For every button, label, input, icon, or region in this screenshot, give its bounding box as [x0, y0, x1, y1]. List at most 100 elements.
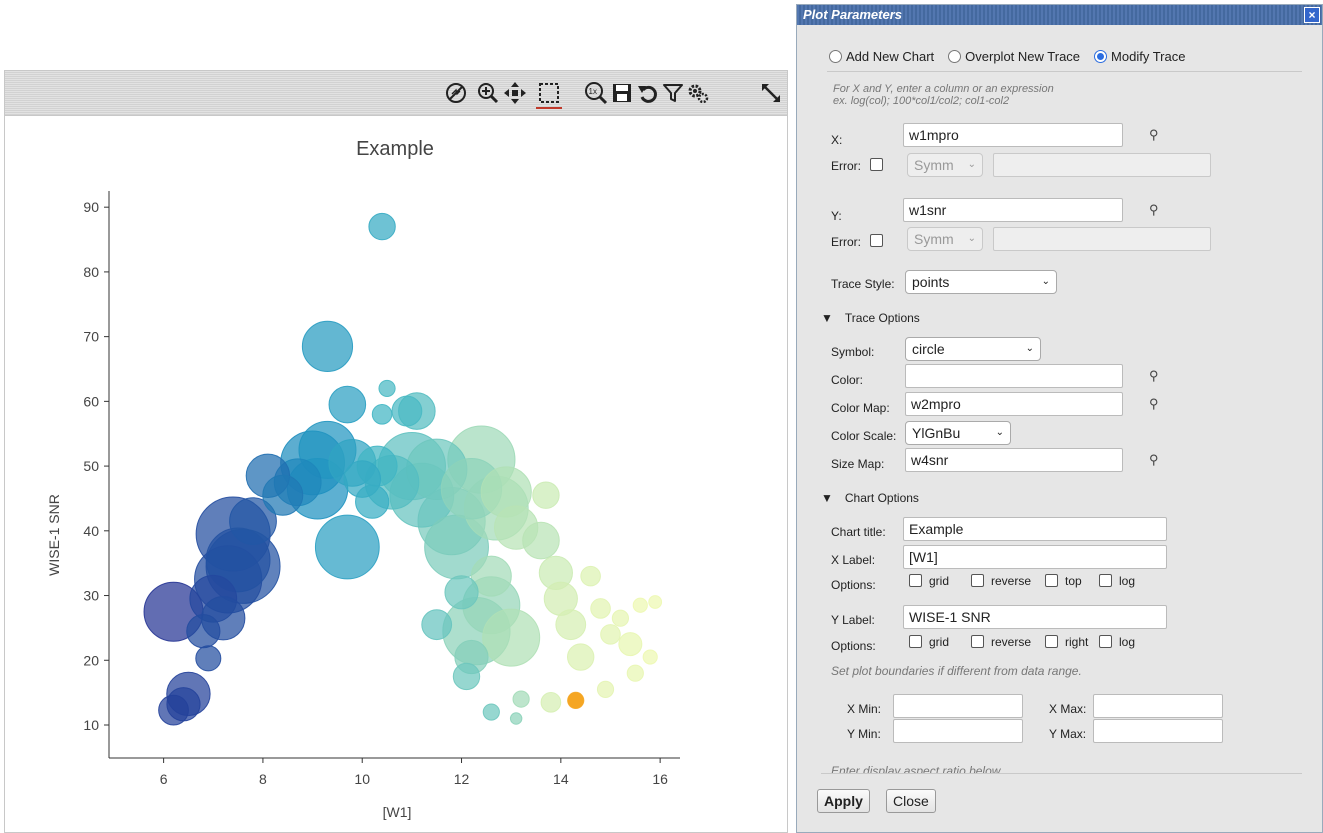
no-restrictions-icon[interactable] — [443, 79, 469, 107]
y-max-input[interactable] — [1093, 719, 1223, 743]
radio-circle-icon[interactable] — [948, 50, 962, 63]
data-point[interactable] — [596, 680, 615, 698]
trace-style-select[interactable]: points ⌄ — [905, 270, 1057, 294]
radio-circle-icon[interactable] — [829, 50, 842, 63]
data-point[interactable] — [482, 703, 500, 721]
data-point[interactable] — [186, 614, 221, 649]
data-point[interactable] — [590, 598, 611, 619]
data-point[interactable] — [368, 212, 396, 241]
color-scale-select[interactable]: YlGnBu ⌄ — [905, 421, 1011, 445]
data-point[interactable] — [328, 385, 367, 424]
close-button[interactable]: Close — [886, 789, 936, 813]
apply-button[interactable]: Apply — [817, 789, 870, 813]
data-point[interactable] — [648, 595, 663, 609]
data-point[interactable] — [618, 632, 643, 657]
data-point[interactable] — [611, 609, 630, 627]
plot-parameters-dialog: Plot Parameters × Add New Chart Overplot… — [796, 4, 1323, 833]
y-axis-label: WISE-1 SNR — [46, 494, 62, 576]
restore-icon[interactable] — [635, 79, 661, 107]
search-icon[interactable]: ⚲ — [1149, 396, 1159, 412]
y-grid-checkbox[interactable] — [909, 635, 922, 648]
zoom-in-icon[interactable] — [475, 79, 501, 107]
data-point[interactable] — [567, 691, 585, 709]
trace-options-toggle[interactable]: ▼ Trace Options — [821, 311, 920, 325]
data-point[interactable] — [509, 712, 523, 725]
chart-options-toggle[interactable]: ▼ Chart Options — [821, 491, 919, 505]
x-log-checkbox[interactable] — [1099, 574, 1112, 587]
data-point[interactable] — [452, 662, 481, 691]
data-point[interactable] — [391, 395, 423, 427]
size-map-input[interactable]: w4snr — [905, 448, 1123, 472]
y-tick-label: 10 — [83, 717, 99, 733]
data-point[interactable] — [522, 521, 560, 560]
symbol-select[interactable]: circle ⌄ — [905, 337, 1041, 361]
search-icon[interactable]: ⚲ — [1149, 368, 1159, 384]
data-point[interactable] — [262, 474, 304, 516]
x-column-input[interactable]: w1mpro — [903, 123, 1123, 147]
y-error-type-select[interactable]: Symm ⌄ — [907, 227, 983, 251]
data-point[interactable] — [482, 608, 541, 667]
data-point[interactable] — [158, 694, 189, 726]
data-point[interactable] — [540, 692, 562, 713]
section-label: Trace Options — [844, 311, 920, 325]
y-column-input[interactable]: w1snr — [903, 198, 1123, 222]
y-reverse-checkbox[interactable] — [971, 635, 984, 648]
data-point[interactable] — [512, 690, 530, 708]
y-tick-label: 40 — [83, 523, 99, 539]
x-reverse-checkbox[interactable] — [971, 574, 984, 587]
settings-icon[interactable] — [685, 79, 711, 107]
data-point[interactable] — [632, 597, 648, 613]
y-error-checkbox[interactable] — [870, 234, 883, 247]
data-point[interactable] — [371, 404, 393, 425]
data-point[interactable] — [566, 643, 595, 671]
data-point[interactable] — [626, 664, 644, 682]
x-top-checkbox[interactable] — [1045, 574, 1058, 587]
expand-icon[interactable] — [758, 79, 784, 107]
x-grid-checkbox[interactable] — [909, 574, 922, 587]
data-point[interactable] — [314, 514, 380, 580]
data-point[interactable] — [378, 379, 396, 398]
chart-title-input[interactable]: Example — [903, 517, 1167, 541]
radio-selected-icon[interactable] — [1094, 50, 1108, 63]
radio-overplot-new-trace[interactable]: Overplot New Trace — [948, 49, 1080, 64]
save-icon[interactable] — [609, 79, 635, 107]
data-point[interactable] — [580, 565, 601, 587]
radio-add-new-chart[interactable]: Add New Chart — [829, 49, 934, 64]
x-min-label: X Min: — [847, 702, 882, 716]
pan-icon[interactable] — [502, 79, 528, 107]
data-point[interactable] — [444, 575, 479, 610]
data-point[interactable] — [600, 624, 621, 645]
data-point[interactable] — [555, 609, 587, 641]
data-point[interactable] — [195, 645, 222, 672]
x-min-input[interactable] — [893, 694, 1023, 718]
data-point[interactable] — [532, 481, 560, 509]
radio-modify-trace[interactable]: Modify Trace — [1094, 49, 1185, 64]
chart-mode-radios: Add New Chart Overplot New Trace Modify … — [829, 49, 1185, 64]
y-log-checkbox[interactable] — [1099, 635, 1112, 648]
search-icon[interactable]: ⚲ — [1149, 202, 1159, 218]
divider — [827, 71, 1302, 72]
x-max-input[interactable] — [1093, 694, 1223, 718]
chevron-down-icon: ⌄ — [995, 427, 1004, 438]
reset-zoom-icon[interactable]: 1x — [583, 79, 609, 107]
x-error-input — [993, 153, 1211, 177]
select-area-icon[interactable] — [536, 79, 562, 109]
data-point[interactable] — [642, 649, 658, 665]
data-point[interactable] — [421, 609, 453, 641]
y-right-checkbox[interactable] — [1045, 635, 1058, 648]
scatter-plot[interactable]: Example [W1] WISE-1 SNR 6 8 10 12 14 16 10 20 30… — [5, 115, 787, 832]
color-input[interactable] — [905, 364, 1123, 388]
y-min-input[interactable] — [893, 719, 1023, 743]
x-log-label: log — [1119, 574, 1136, 588]
color-map-input[interactable]: w2mpro — [905, 392, 1123, 416]
y-label-input[interactable]: WISE-1 SNR — [903, 605, 1167, 629]
x-error-checkbox[interactable] — [870, 158, 883, 171]
search-icon[interactable]: ⚲ — [1149, 127, 1159, 143]
filter-icon[interactable] — [660, 79, 686, 107]
x-label-input[interactable]: [W1] — [903, 545, 1167, 569]
data-point[interactable] — [355, 484, 390, 519]
data-point[interactable] — [301, 320, 354, 372]
close-icon[interactable]: × — [1304, 7, 1320, 23]
x-error-type-select[interactable]: Symm ⌄ — [907, 153, 983, 177]
search-icon[interactable]: ⚲ — [1149, 452, 1159, 468]
